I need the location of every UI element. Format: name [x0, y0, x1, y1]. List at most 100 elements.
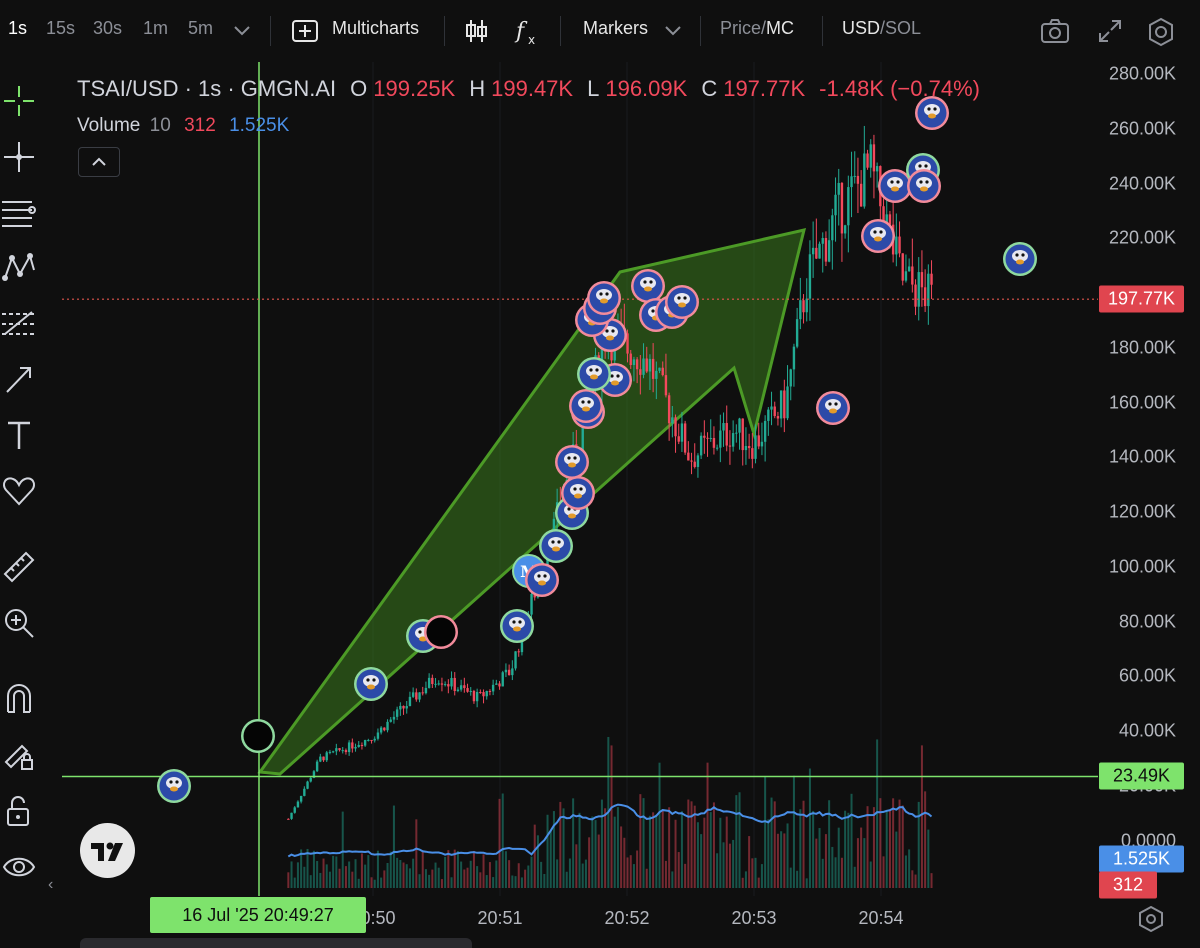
mc-option[interactable]: MC — [766, 18, 794, 38]
interval-1s[interactable]: 1s — [8, 18, 27, 39]
candle-body — [661, 367, 664, 376]
volume-bar — [735, 795, 738, 888]
markers-dropdown[interactable]: Markers — [583, 18, 648, 39]
candle-body — [344, 750, 348, 753]
collapse-legend-button[interactable] — [78, 147, 120, 177]
candle-body — [751, 448, 754, 459]
volume-bar — [892, 798, 895, 888]
interval-15s[interactable]: 15s — [46, 18, 75, 39]
candle-body — [485, 691, 488, 697]
volume-ma-line — [287, 803, 933, 858]
candle-body — [367, 739, 370, 741]
volume-bar — [296, 862, 299, 888]
eye-icon[interactable] — [2, 850, 36, 884]
candle-body — [453, 677, 456, 691]
interval-30s[interactable]: 30s — [93, 18, 122, 39]
marker-eye — [828, 402, 832, 406]
collapse-toolbar-chevron-icon[interactable]: ‹ — [48, 876, 53, 894]
volume-bar — [415, 819, 418, 888]
volume-bar — [732, 839, 735, 888]
candle-body — [725, 423, 728, 446]
magnet-icon[interactable] — [2, 682, 36, 716]
volume-bar — [402, 862, 405, 888]
price-option[interactable]: Price — [720, 18, 761, 38]
volume-bar — [380, 877, 383, 888]
camera-icon[interactable] — [1040, 18, 1070, 44]
candle-body — [744, 446, 748, 451]
text-tool-icon[interactable] — [2, 418, 36, 452]
volume-bar — [463, 869, 466, 888]
pattern-tool-icon[interactable] — [2, 250, 36, 284]
crosshair-icon[interactable] — [2, 84, 36, 118]
volume-bar — [754, 857, 757, 888]
candle-body — [408, 696, 412, 707]
arrow-tool-icon[interactable] — [2, 362, 36, 396]
marker-beak — [590, 374, 598, 380]
candle-body — [357, 745, 360, 747]
indicators-fx-icon[interactable]: fx — [514, 18, 540, 46]
ruler-icon[interactable] — [2, 550, 36, 584]
marker-eye — [677, 296, 681, 300]
chevron-down-icon[interactable] — [664, 23, 682, 39]
volume-bar — [498, 798, 501, 888]
volume-bar — [536, 835, 539, 888]
price-chart[interactable]: M — [62, 62, 1098, 896]
sol-option[interactable]: SOL — [885, 18, 921, 38]
candle-body — [914, 284, 917, 307]
candle-body — [635, 359, 639, 370]
price-axis-label: 240.00K — [1108, 173, 1176, 194]
lock-drawing-icon[interactable] — [2, 738, 36, 772]
candle-body — [293, 807, 296, 813]
candle-body — [290, 812, 293, 819]
bottom-panel-handle[interactable] — [80, 938, 472, 948]
candle-body — [837, 182, 840, 195]
volume-bar — [549, 830, 552, 888]
volume-bar — [818, 828, 821, 888]
cross-cursor-icon[interactable] — [2, 140, 36, 174]
heart-icon[interactable] — [2, 474, 36, 508]
currency-toggle[interactable]: USD/SOL — [842, 18, 921, 39]
price-toggle[interactable]: Price/MC — [720, 18, 794, 39]
usd-option[interactable]: USD — [842, 18, 880, 38]
candle-body — [469, 690, 472, 692]
fib-tool-icon[interactable] — [2, 306, 36, 340]
volume-bar — [837, 827, 840, 888]
zoom-in-icon[interactable] — [2, 606, 36, 640]
horizontal-lines-icon[interactable] — [2, 196, 36, 230]
sell-marker-icon — [587, 281, 621, 315]
candle-body — [629, 353, 632, 365]
candle-body — [479, 692, 482, 694]
volume-bar — [367, 855, 370, 888]
marker-eye — [873, 230, 877, 234]
add-chart-icon[interactable] — [292, 20, 318, 42]
volume-bar — [492, 877, 495, 888]
volume-ma-value: 1.525K — [229, 115, 290, 136]
candle-body — [923, 287, 927, 307]
chevron-down-icon[interactable] — [233, 23, 251, 39]
candle-type-icon[interactable] — [465, 18, 489, 44]
settings-hexagon-icon[interactable] — [1147, 17, 1175, 47]
volume-bar — [719, 817, 722, 888]
candle-body — [338, 748, 341, 751]
candle-body — [875, 166, 879, 172]
volume-bar — [450, 877, 453, 888]
fullscreen-icon[interactable] — [1098, 19, 1122, 43]
chart-settings-icon[interactable] — [1138, 906, 1164, 932]
change-value: -1.48K (−0.74%) — [819, 76, 980, 101]
low-value: 196.09K — [605, 76, 688, 101]
volume-bar — [524, 869, 527, 888]
tradingview-logo[interactable] — [80, 823, 135, 878]
volume-bar — [412, 858, 415, 888]
marker-eye — [537, 574, 541, 578]
volume-bar — [821, 858, 824, 888]
volume-bar — [597, 834, 600, 888]
volume-bar — [632, 864, 635, 888]
interval-5m[interactable]: 5m — [188, 18, 213, 39]
volume-bar — [908, 849, 911, 888]
unlock-icon[interactable] — [2, 794, 36, 828]
interval-1m[interactable]: 1m — [143, 18, 168, 39]
sell-marker-icon — [241, 719, 275, 753]
candle-body — [683, 423, 687, 453]
multicharts-button[interactable]: Multicharts — [332, 18, 419, 39]
volume-label: Volume — [77, 115, 141, 136]
